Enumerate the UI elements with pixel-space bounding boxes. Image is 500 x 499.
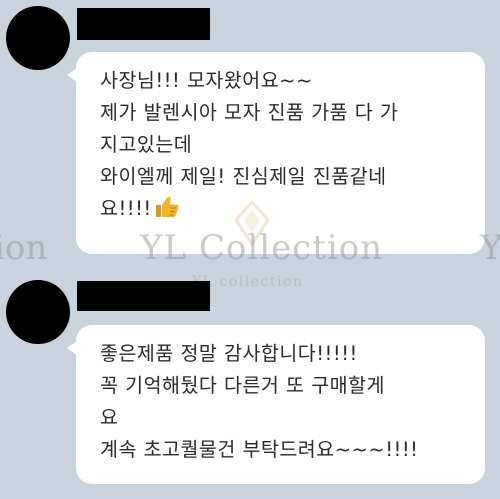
message-bubble-2[interactable]: 좋은제품 정말 감사합니다!!!!! 꼭 기억해뒀다 다른거 또 구매할게 요 … — [67, 325, 485, 484]
message-1-line-3: 지고있는데 — [100, 133, 193, 156]
message-1-line-4: 와이엘께 제일! 진심제일 진품같네 — [100, 165, 387, 188]
message-1-line-1: 사장님!!! 모자왔어요~~ — [100, 69, 313, 92]
message-2-line-3: 요 — [100, 406, 119, 429]
sender-avatar-2[interactable] — [6, 280, 70, 344]
sender-name-redacted-1 — [77, 8, 210, 40]
message-bubble-1[interactable]: 사장님!!! 모자왔어요~~ 제가 발렌시아 모자 진품 가품 다 가 지고있는… — [67, 52, 485, 254]
watermark-edge-left: ion — [0, 228, 48, 268]
message-1-line-5: 요!!!! — [100, 197, 152, 220]
watermark-edge-right: Y — [480, 228, 500, 268]
message-2-line-2: 꼭 기억해뒀다 다른거 또 구매할게 — [100, 374, 385, 397]
message-2-line-1: 좋은제품 정말 감사합니다!!!!! — [100, 342, 358, 365]
sender-name-redacted-2 — [77, 281, 210, 311]
bubble-tail-1 — [67, 68, 77, 82]
message-1-line-5-wrap: 요!!!! — [100, 193, 485, 225]
message-2-line-4: 계속 초고퀄물건 부탁드려요~~~!!!! — [100, 438, 419, 461]
sender-avatar-1[interactable] — [6, 6, 70, 70]
thumbs-up-icon — [154, 195, 180, 229]
bubble-tail-2 — [67, 341, 77, 355]
watermark-text: YL Collection — [140, 228, 384, 268]
message-1-line-2: 제가 발렌시아 모자 진품 가품 다 가 — [100, 101, 399, 124]
